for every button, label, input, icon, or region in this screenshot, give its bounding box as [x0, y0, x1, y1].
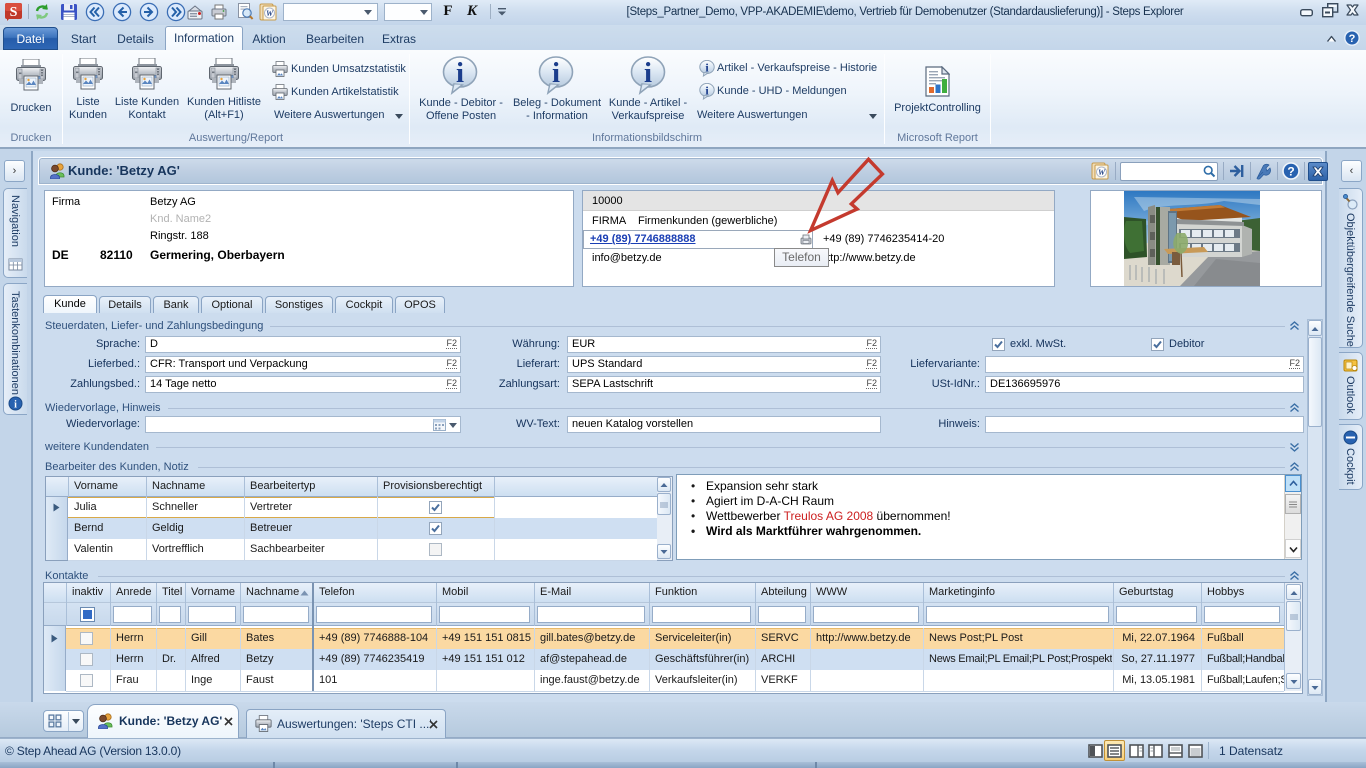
svg-text:S: S [10, 5, 18, 20]
svg-text:?: ? [1287, 165, 1294, 179]
svg-text:W: W [1098, 168, 1106, 177]
svg-text:W: W [266, 9, 274, 18]
svg-text:?: ? [1349, 33, 1356, 45]
svg-text:i: i [14, 400, 17, 411]
